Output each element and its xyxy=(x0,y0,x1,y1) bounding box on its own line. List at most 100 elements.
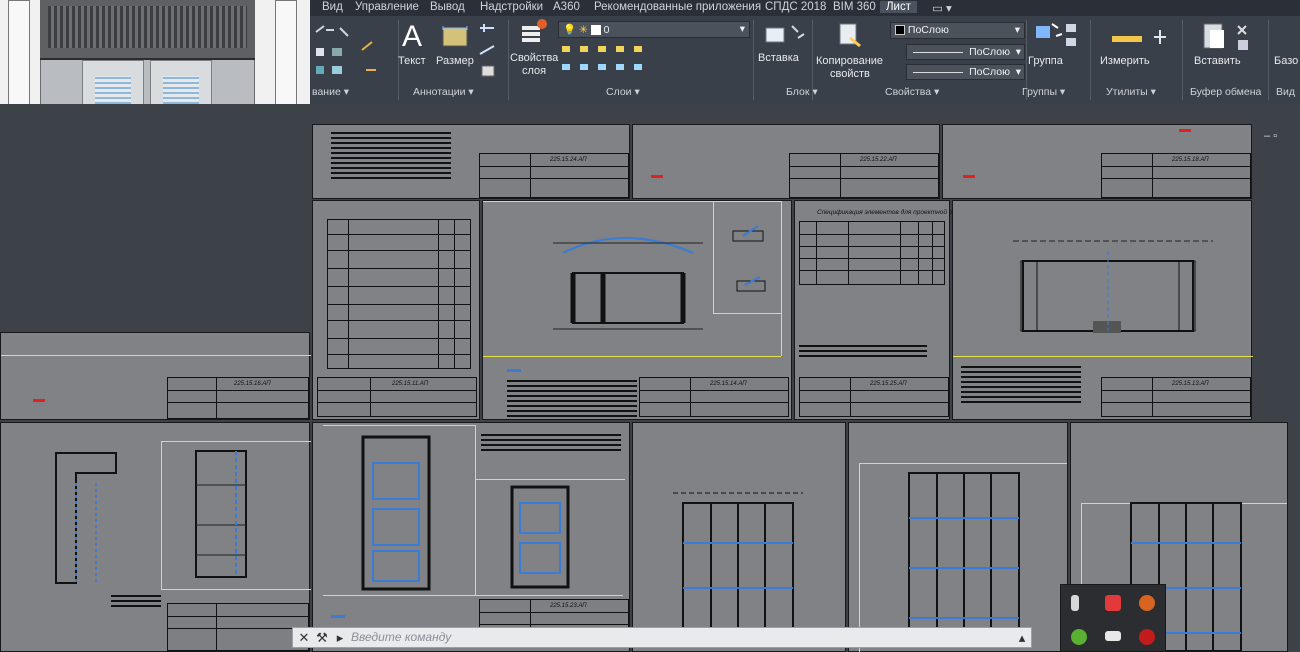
group-button[interactable]: Группа xyxy=(1028,55,1063,67)
notes-text xyxy=(961,363,1081,403)
tab-output[interactable]: Вывод xyxy=(430,1,465,13)
close-icon[interactable]: ✕ xyxy=(295,629,313,647)
measure-button[interactable]: Измерить xyxy=(1100,55,1150,67)
drawing-sheet[interactable]: 225.15.22.АП xyxy=(632,124,940,199)
base-button[interactable]: Базо xyxy=(1274,55,1298,67)
sheet-code: 225.15.11.АП xyxy=(392,381,429,387)
groups-panel-label[interactable]: Группы ▾ xyxy=(1022,86,1065,98)
usb-icon[interactable] xyxy=(1071,595,1079,611)
measure-icon[interactable] xyxy=(1110,28,1180,56)
restore-icon[interactable]: ▫ xyxy=(1273,130,1277,142)
leader-table-icons[interactable] xyxy=(476,20,506,80)
wrench-icon[interactable]: ⚒ xyxy=(313,629,331,647)
insert-block-icon[interactable] xyxy=(762,20,810,50)
layer-properties-icon[interactable] xyxy=(518,18,548,48)
acrobat-icon[interactable] xyxy=(1139,629,1155,645)
clipboard-panel-label[interactable]: Буфер обмена xyxy=(1190,86,1261,98)
linetype-dropdown[interactable]: ПоСлою ▾ xyxy=(906,44,1025,60)
tab-bim360[interactable]: BIM 360 xyxy=(833,1,876,13)
lineweight-dropdown[interactable]: ПоСлою ▾ xyxy=(906,64,1025,80)
battery-icon[interactable] xyxy=(1105,631,1121,641)
text-icon[interactable]: A xyxy=(402,20,422,54)
sun-icon: ✳ xyxy=(579,24,588,36)
tab-a360[interactable]: А360 xyxy=(553,1,580,13)
dimension-button[interactable]: Размер xyxy=(436,55,474,67)
title-block: 225.15.11.АП xyxy=(317,377,477,417)
pit-section-drawing xyxy=(553,237,703,330)
paste-icon[interactable] xyxy=(1200,20,1260,54)
app-tray-icon[interactable] xyxy=(1139,595,1155,611)
model-space-canvas[interactable]: 225.15.24.АП 225.15.22.АП 225.15.18.АП 2… xyxy=(0,104,1300,652)
group-icon[interactable] xyxy=(1032,20,1082,50)
title-block: 225.15.13.АП xyxy=(1101,377,1251,417)
layer-tools-icons[interactable] xyxy=(560,42,660,80)
command-input[interactable]: Введите команду xyxy=(351,630,451,644)
title-block: 225.15.22.АП xyxy=(789,153,939,198)
pit-plan-drawing xyxy=(1013,240,1213,333)
blue-marker xyxy=(331,615,345,618)
drawing-sheet[interactable]: 225.15.16.АП xyxy=(0,332,311,420)
view-panel-label[interactable]: Вид xyxy=(1276,86,1295,98)
sheet-code: 225.15.23.АП xyxy=(550,603,587,609)
match-properties-line2[interactable]: свойств xyxy=(830,68,870,80)
red-marker xyxy=(33,399,45,402)
tab-featured-apps[interactable]: Рекомендованные приложения xyxy=(594,1,761,13)
drawing-sheet[interactable] xyxy=(632,422,846,652)
notes-text xyxy=(111,595,161,607)
title-block xyxy=(167,603,309,651)
tab-view[interactable]: Вид xyxy=(322,1,343,13)
minimize-icon[interactable]: – xyxy=(1264,130,1270,142)
title-block: 225.15.16.АП xyxy=(167,377,309,419)
viewport-controls[interactable]: – ▫ xyxy=(1264,130,1294,146)
text-button[interactable]: Текст xyxy=(398,55,426,67)
elevator-header xyxy=(40,0,255,60)
security-shield-icon[interactable] xyxy=(1105,595,1121,611)
tab-sheet[interactable]: Лист xyxy=(880,1,917,13)
tab-overflow-icon[interactable]: ▭ ▾ xyxy=(932,1,952,15)
color-dropdown[interactable]: ПоСлою ▾ xyxy=(890,22,1025,39)
drawing-sheet[interactable] xyxy=(848,422,1068,652)
utilities-panel-label[interactable]: Утилиты ▾ xyxy=(1106,86,1156,98)
layers-panel-label[interactable]: Слои ▾ xyxy=(606,86,640,98)
layer-properties-line1[interactable]: Свойства xyxy=(510,52,558,64)
red-marker xyxy=(963,175,975,178)
elevator-shaft-section xyxy=(361,435,431,591)
viewport-border xyxy=(161,441,162,589)
chevron-up-icon[interactable]: ▴ xyxy=(1013,629,1031,647)
drawing-sheet[interactable]: 225.15.23.АП xyxy=(312,422,630,652)
layer-dropdown[interactable]: 💡 ✳ 0 ▾ xyxy=(558,21,750,38)
draw-tools-icon[interactable] xyxy=(312,22,392,82)
tab-manage[interactable]: Управление xyxy=(355,1,419,13)
properties-panel-label[interactable]: Свойства ▾ xyxy=(885,86,939,98)
drawing-sheet[interactable]: 225.15.14.АП xyxy=(482,200,792,420)
color-value: ПоСлою xyxy=(907,24,949,36)
stair-plan-drawing xyxy=(55,452,117,584)
dimension-icon[interactable] xyxy=(440,24,470,52)
tab-addins[interactable]: Надстройки xyxy=(480,1,543,13)
match-properties-icon[interactable] xyxy=(836,20,866,50)
title-block: 225.15.25.АП xyxy=(799,377,949,417)
command-line[interactable]: ✕ ⚒ ▸ Введите команду ▴ xyxy=(292,627,1032,648)
viewport-border xyxy=(1,355,311,356)
drawing-sheet[interactable] xyxy=(0,422,311,652)
viewport-border xyxy=(161,589,311,590)
layer-properties-line2[interactable]: слоя xyxy=(522,65,546,77)
chevron-down-icon: ▾ xyxy=(739,23,745,35)
sheet-code: 225.15.16.АП xyxy=(234,381,271,387)
drawing-sheet[interactable]: 225.15.18.АП xyxy=(942,124,1252,199)
insert-button[interactable]: Вставка xyxy=(758,52,799,64)
tab-spds[interactable]: СПДС 2018 xyxy=(765,1,826,13)
match-properties-line1[interactable]: Копирование xyxy=(816,55,883,67)
annotations-panel-label[interactable]: Аннотации ▾ xyxy=(413,86,474,98)
sheet-code: 225.15.24.АП xyxy=(550,157,587,163)
drawing-sheet[interactable]: 225.15.24.АП xyxy=(312,124,630,199)
drawing-sheet[interactable]: 225.15.13.АП xyxy=(952,200,1253,420)
antivirus-icon[interactable] xyxy=(1071,629,1087,645)
paste-button[interactable]: Вставить xyxy=(1194,55,1241,67)
draw-panel-label[interactable]: вание ▾ xyxy=(312,86,349,98)
command-history-icon[interactable]: ▸ xyxy=(331,629,349,647)
viewport-border xyxy=(475,425,476,595)
separator xyxy=(1268,20,1269,100)
drawing-sheet[interactable]: Спецификация элементов для проектной оце… xyxy=(794,200,970,420)
drawing-sheet[interactable]: 225.15.11.АП xyxy=(312,200,480,420)
